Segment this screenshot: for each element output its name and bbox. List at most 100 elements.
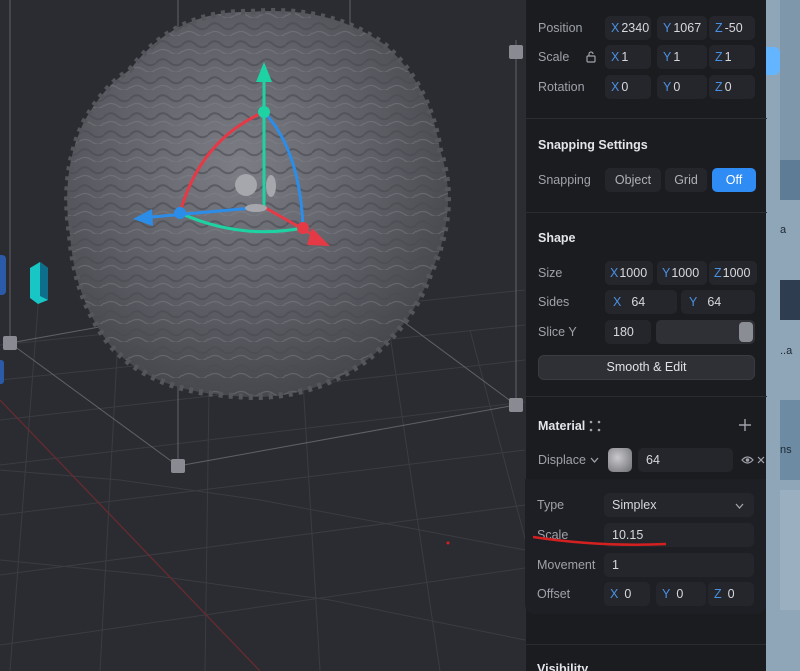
position-y-value: 1067 bbox=[673, 21, 702, 35]
sides-y-field[interactable]: Y 64 bbox=[681, 290, 755, 314]
scale-x-field[interactable]: X1 bbox=[605, 45, 651, 69]
type-value: Simplex bbox=[612, 498, 657, 512]
size-z-value: 1000 bbox=[722, 266, 751, 280]
type-select[interactable]: Simplex bbox=[604, 493, 754, 517]
displace-settings-subpanel: Type Simplex Scale 10.15 Movement 1 Offs… bbox=[525, 479, 766, 614]
displace-texture-thumbnail[interactable] bbox=[608, 448, 632, 472]
offset-z-field[interactable]: Z0 bbox=[708, 582, 754, 606]
rotation-x-field[interactable]: X0 bbox=[605, 75, 651, 99]
rotation-x-value: 0 bbox=[621, 80, 629, 94]
scale-row: Scale X1 Y1 Z1 bbox=[526, 45, 767, 69]
axis-x-label: X bbox=[613, 295, 622, 309]
slice-y-row: Slice Y 180 bbox=[526, 320, 767, 344]
offset-z-value: 0 bbox=[727, 587, 735, 601]
axis-y-label: Y bbox=[663, 21, 672, 35]
eye-icon[interactable] bbox=[741, 455, 754, 465]
snapping-object-button[interactable]: Object bbox=[605, 168, 661, 192]
smooth-edit-button[interactable]: Smooth & Edit bbox=[538, 355, 755, 380]
position-x-field[interactable]: X 2340 bbox=[605, 16, 651, 40]
slice-y-label: Slice Y bbox=[538, 325, 577, 339]
scale-x-value: 1 bbox=[621, 50, 629, 64]
axis-y-label: Y bbox=[662, 266, 671, 280]
axis-z-label: Z bbox=[714, 266, 722, 280]
offset-y-field[interactable]: Y0 bbox=[656, 582, 706, 606]
strip-text-1: a bbox=[780, 224, 787, 236]
axis-z-label: Z bbox=[715, 21, 723, 35]
position-z-field[interactable]: Z -50 bbox=[709, 16, 755, 40]
lock-icon[interactable] bbox=[586, 51, 596, 63]
scale-y-value: 1 bbox=[673, 50, 681, 64]
snapping-grid-button[interactable]: Grid bbox=[665, 168, 707, 192]
strip-text-2: ..a bbox=[780, 345, 793, 357]
snapping-off-button[interactable]: Off bbox=[712, 168, 756, 192]
position-row: Position X 2340 Y 1067 Z -50 bbox=[526, 16, 767, 40]
chevron-down-icon[interactable] bbox=[590, 457, 599, 463]
shape-title: Shape bbox=[538, 231, 576, 245]
type-row: Type Simplex bbox=[525, 493, 766, 517]
axis-z-label: Z bbox=[714, 587, 722, 601]
position-x-value: 2340 bbox=[621, 21, 650, 35]
sides-label: Sides bbox=[538, 295, 570, 309]
sides-row: Sides X 64 Y 64 bbox=[526, 290, 767, 314]
displace-label[interactable]: Displace bbox=[538, 448, 586, 472]
rotation-z-field[interactable]: Z0 bbox=[709, 75, 755, 99]
visibility-title: Visibility bbox=[537, 662, 589, 671]
axis-y-label: Y bbox=[689, 295, 698, 309]
scale-z-field[interactable]: Z1 bbox=[709, 45, 755, 69]
axis-x-label: X bbox=[610, 266, 619, 280]
noise-scale-row: Scale 10.15 bbox=[525, 523, 766, 547]
size-z-field[interactable]: Z1000 bbox=[709, 261, 757, 285]
scale-y-field[interactable]: Y1 bbox=[657, 45, 707, 69]
noise-scale-value: 10.15 bbox=[612, 528, 644, 542]
movement-label: Movement bbox=[537, 558, 596, 572]
position-y-field[interactable]: Y 1067 bbox=[657, 16, 707, 40]
x-axis-line bbox=[0, 399, 261, 671]
position-label: Position bbox=[538, 21, 583, 35]
slice-y-slider[interactable] bbox=[656, 320, 755, 344]
axis-x-label: X bbox=[610, 587, 619, 601]
plus-icon[interactable] bbox=[738, 418, 752, 432]
type-label: Type bbox=[537, 498, 565, 512]
sides-y-value: 64 bbox=[707, 295, 722, 309]
rotation-y-value: 0 bbox=[673, 80, 681, 94]
offset-y-value: 0 bbox=[676, 587, 684, 601]
axis-x-label: X bbox=[611, 80, 620, 94]
slice-y-field[interactable]: 180 bbox=[605, 320, 651, 344]
size-y-value: 1000 bbox=[671, 266, 700, 280]
grid-dots-icon[interactable] bbox=[589, 420, 601, 432]
chevron-down-icon bbox=[735, 503, 744, 509]
axis-z-label: Z bbox=[715, 50, 723, 64]
axis-y-label: Y bbox=[663, 50, 672, 64]
movement-field[interactable]: 1 bbox=[604, 553, 754, 577]
rotation-y-field[interactable]: Y0 bbox=[657, 75, 707, 99]
close-icon[interactable] bbox=[757, 456, 765, 464]
offset-label: Offset bbox=[537, 587, 571, 601]
material-title: Material bbox=[538, 419, 586, 433]
offset-x-field[interactable]: X0 bbox=[604, 582, 650, 606]
slice-y-slider-handle[interactable] bbox=[739, 322, 753, 342]
sides-x-value: 64 bbox=[631, 295, 646, 309]
divider bbox=[526, 118, 767, 119]
strip-text-3: ns bbox=[780, 444, 792, 456]
size-x-field[interactable]: X1000 bbox=[605, 261, 653, 285]
movement-value: 1 bbox=[612, 558, 619, 572]
axis-x-label: X bbox=[611, 50, 620, 64]
displace-value: 64 bbox=[646, 453, 660, 467]
sides-x-field[interactable]: X 64 bbox=[605, 290, 677, 314]
displace-value-field[interactable]: 64 bbox=[638, 448, 733, 472]
axis-z-label: Z bbox=[715, 80, 723, 94]
axis-y-label: Y bbox=[662, 587, 671, 601]
noise-scale-field[interactable]: 10.15 bbox=[604, 523, 754, 547]
axis-y-label: Y bbox=[663, 80, 672, 94]
rotation-z-value: 0 bbox=[724, 80, 732, 94]
background-window-strip: a ..a ns bbox=[766, 0, 800, 671]
divider bbox=[526, 212, 767, 213]
snapping-label: Snapping bbox=[538, 173, 591, 187]
axis-x-label: X bbox=[611, 21, 620, 35]
position-z-value: -50 bbox=[724, 21, 743, 35]
scale-z-value: 1 bbox=[724, 50, 732, 64]
size-y-field[interactable]: Y1000 bbox=[657, 261, 707, 285]
divider bbox=[526, 396, 767, 397]
noise-scale-label: Scale bbox=[537, 528, 569, 542]
offset-x-value: 0 bbox=[624, 587, 632, 601]
